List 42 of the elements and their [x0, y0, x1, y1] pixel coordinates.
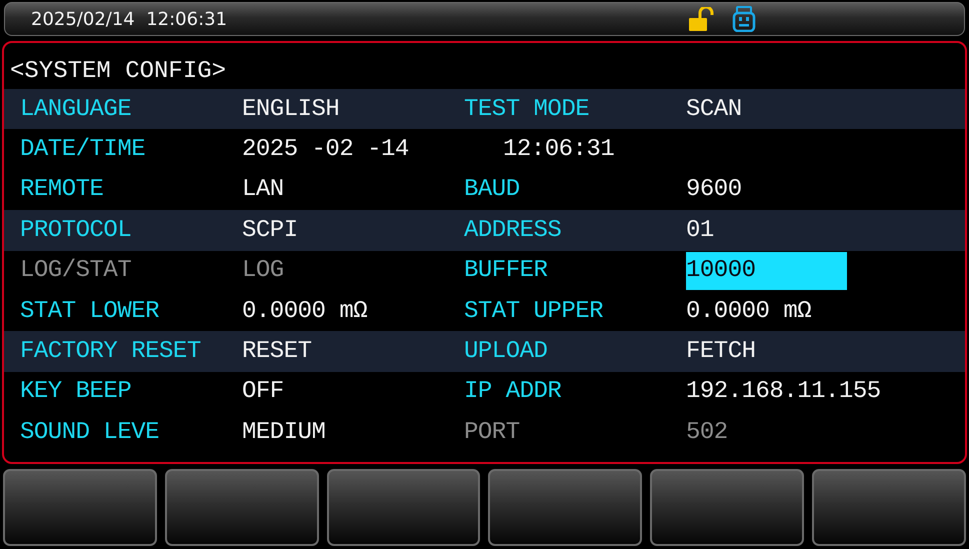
- setting-label: SOUND LEVE: [20, 418, 160, 448]
- setting-label: IP ADDR: [464, 377, 562, 408]
- setting-label: TEST MODE: [464, 94, 590, 125]
- page-title: <SYSTEM CONFIG>: [9, 57, 226, 87]
- setting-label: REMOTE: [20, 175, 104, 206]
- softkey-button[interactable]: [326, 469, 480, 546]
- date-value[interactable]: 2025 -02 -14: [242, 129, 464, 170]
- setting-label: UPLOAD: [464, 337, 548, 368]
- setting-label: PORT: [464, 418, 521, 448]
- time-value[interactable]: 12:06:31: [464, 129, 686, 170]
- softkey-button[interactable]: [812, 469, 966, 546]
- softkey-button[interactable]: [650, 469, 804, 546]
- setting-label: BUFFER: [464, 256, 548, 286]
- softkey-button[interactable]: [488, 469, 642, 546]
- softkey-button[interactable]: [3, 469, 157, 546]
- setting-value[interactable]: 0.0000 mΩ: [686, 290, 965, 332]
- setting-label: PROTOCOL: [20, 216, 132, 246]
- setting-value[interactable]: LAN: [242, 170, 464, 210]
- setting-label: ADDRESS: [464, 216, 562, 246]
- setting-value[interactable]: 0.0000 mΩ: [242, 290, 464, 332]
- usb-device-icon: [732, 6, 756, 32]
- setting-label: FACTORY RESET: [20, 337, 202, 368]
- setting-label: LANGUAGE: [20, 94, 132, 125]
- setting-label: BAUD: [464, 175, 521, 206]
- setting-label: STAT LOWER: [20, 296, 160, 327]
- setting-label: STAT UPPER: [464, 296, 604, 327]
- setting-value[interactable]: MEDIUM: [242, 412, 464, 453]
- status-datetime: 2025/02/14 12:06:31: [31, 8, 228, 30]
- setting-value[interactable]: 192.168.11.155: [686, 372, 965, 412]
- setting-value[interactable]: SCAN: [686, 89, 965, 130]
- setting-value[interactable]: OFF: [242, 372, 464, 412]
- setting-value[interactable]: SCPI: [242, 210, 464, 251]
- setting-value[interactable]: 10000: [686, 252, 847, 290]
- setting-label: LOG/STAT: [20, 256, 132, 286]
- setting-label: KEY BEEP: [20, 377, 132, 408]
- setting-label: DATE/TIME: [20, 135, 146, 166]
- setting-value[interactable]: FETCH: [686, 331, 965, 372]
- setting-value[interactable]: ENGLISH: [242, 89, 464, 130]
- setting-value[interactable]: 9600: [686, 170, 965, 210]
- setting-value[interactable]: 01: [686, 210, 965, 251]
- setting-value[interactable]: RESET: [242, 331, 464, 372]
- softkey-button[interactable]: [164, 469, 319, 546]
